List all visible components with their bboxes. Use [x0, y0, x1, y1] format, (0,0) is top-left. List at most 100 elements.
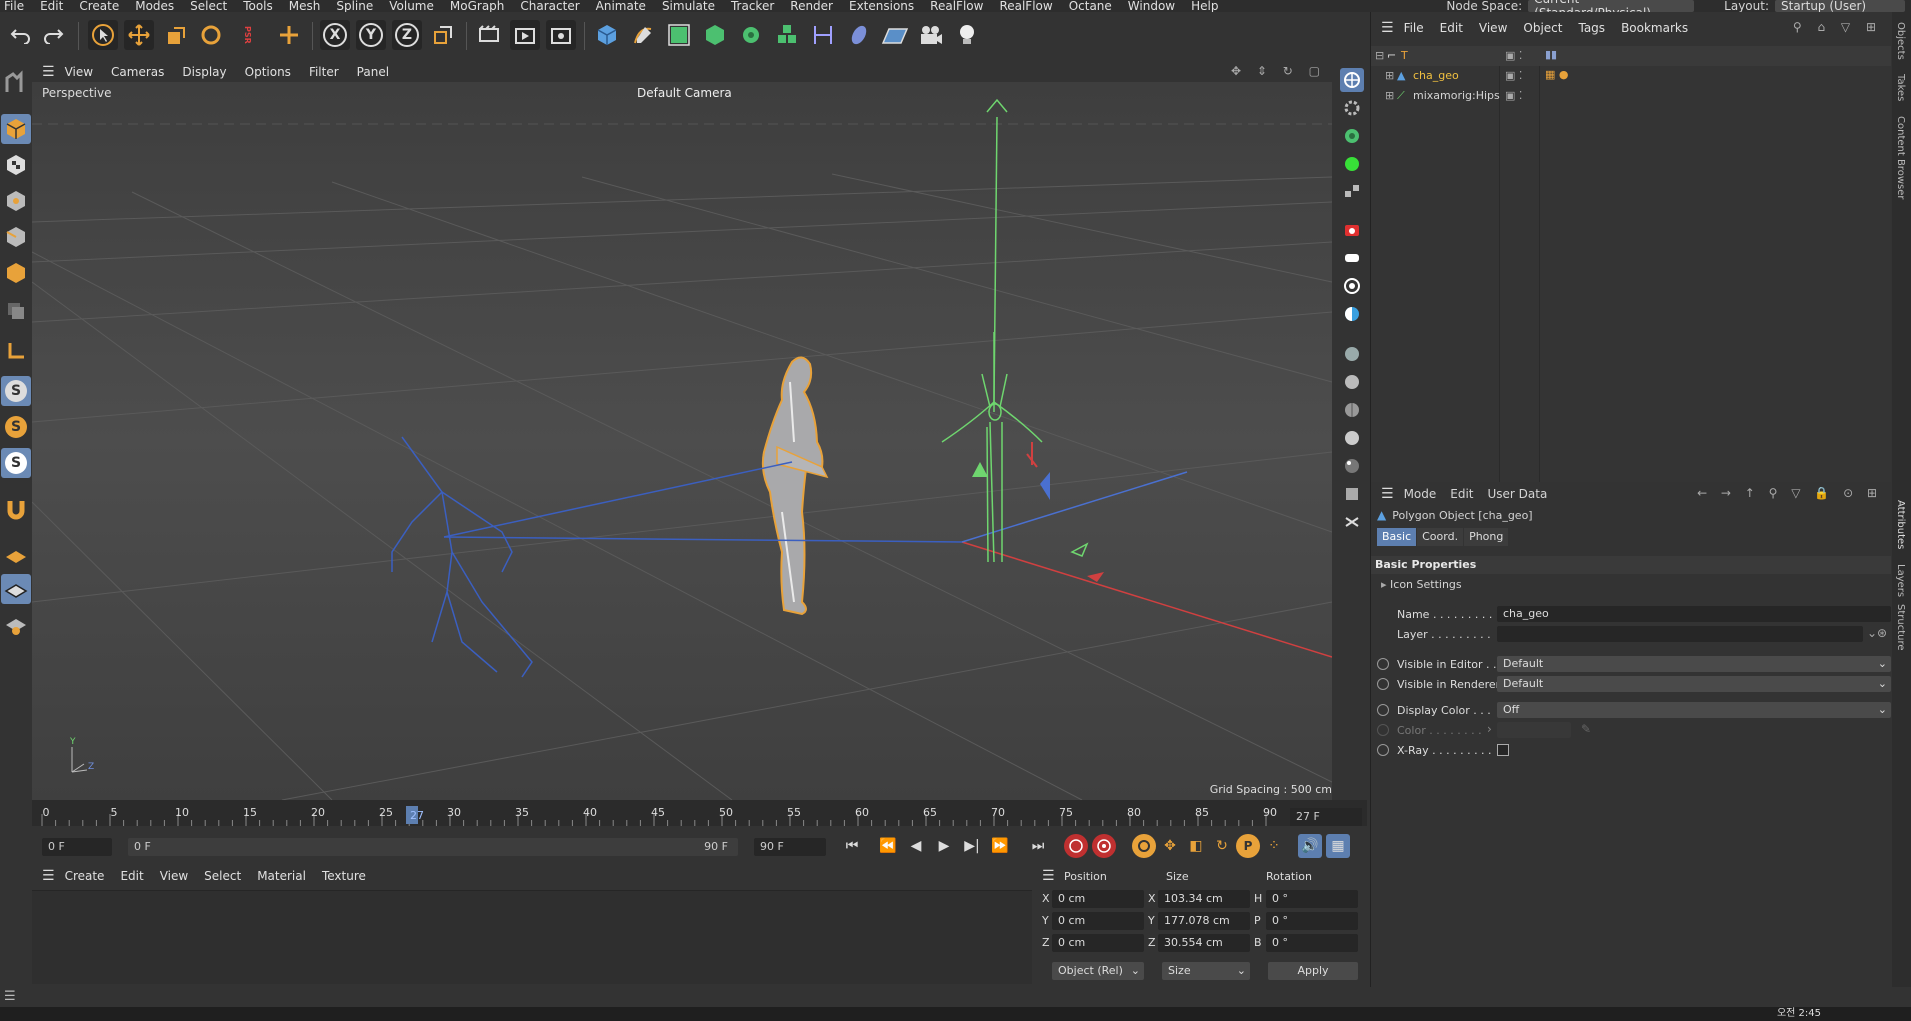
- coords-hamburger-icon[interactable]: ☰: [1042, 868, 1055, 884]
- visible-editor-anim-icon[interactable]: [1377, 658, 1389, 670]
- layout-select[interactable]: Startup (User): [1775, 0, 1905, 13]
- locked-workplane-icon[interactable]: [1, 610, 31, 640]
- viewport-perspective[interactable]: Perspective Default Camera Y Z Grid Spac…: [32, 82, 1332, 800]
- axis-mode-icon[interactable]: [1, 336, 31, 366]
- field-icon[interactable]: [844, 20, 874, 50]
- side-tab-content-browser[interactable]: Content Browser: [1895, 116, 1906, 199]
- polygons-mode-icon[interactable]: [1, 258, 31, 288]
- viewport-menu-cameras[interactable]: Cameras: [111, 65, 164, 79]
- material-sphere-2-icon[interactable]: [1340, 370, 1364, 394]
- menu-window[interactable]: Window: [1128, 0, 1175, 12]
- previous-frame-icon[interactable]: ◀: [904, 834, 928, 858]
- object-toolbar-icons[interactable]: ⚲ ⌂ ▽ ⊞: [1793, 20, 1882, 34]
- move-tool-icon[interactable]: [124, 20, 154, 50]
- viewport-menu-options[interactable]: Options: [245, 65, 291, 79]
- position-x-field[interactable]: 0 cm: [1052, 890, 1144, 908]
- visibility-toggle-icon-3[interactable]: ▣ ⁚: [1505, 89, 1522, 102]
- material-sphere-1-icon[interactable]: [1340, 342, 1364, 366]
- render-view-icon[interactable]: [510, 20, 540, 50]
- scale-tool-icon[interactable]: [160, 20, 190, 50]
- camera-icon[interactable]: [916, 20, 946, 50]
- status-menu-icon[interactable]: ☰: [4, 989, 16, 1004]
- xray-checkbox[interactable]: [1497, 744, 1509, 756]
- side-tab-objects[interactable]: Objects: [1895, 22, 1906, 60]
- layer-dropdown-icon[interactable]: ⌄: [1867, 626, 1877, 640]
- select-arrow-icon[interactable]: [88, 20, 118, 50]
- mograph-cubes-icon[interactable]: [772, 20, 802, 50]
- object-row-cha-geo[interactable]: ⊞ ▲ cha_geo ▣ ⁚ ▦ ●: [1371, 66, 1891, 86]
- material-hamburger-icon[interactable]: ☰: [42, 868, 55, 884]
- octane-settings-icon[interactable]: [1340, 96, 1364, 120]
- object-hamburger-icon[interactable]: ☰: [1381, 20, 1394, 36]
- menu-octane[interactable]: Octane: [1069, 0, 1112, 12]
- menu-realflow-1[interactable]: RealFlow: [930, 0, 983, 12]
- material-sphere-4-icon[interactable]: [1340, 426, 1364, 450]
- transform-tool-icon[interactable]: [274, 20, 304, 50]
- viewport-menu-panel[interactable]: Panel: [357, 65, 389, 79]
- octane-nodes-icon[interactable]: [1340, 180, 1364, 204]
- material-menu-create[interactable]: Create: [65, 869, 105, 883]
- viewport-nav-icons[interactable]: ✥ ⇕ ↻ ▢: [1231, 64, 1326, 78]
- icon-settings-group[interactable]: ▸ Icon Settings: [1381, 578, 1462, 591]
- tab-coord[interactable]: Coord.: [1417, 528, 1464, 546]
- sound-icon[interactable]: 🔊: [1298, 834, 1322, 858]
- texture-mode-icon[interactable]: [1, 150, 31, 180]
- deformer-icon[interactable]: [808, 20, 838, 50]
- rotation-p-field[interactable]: 0 °: [1266, 912, 1358, 930]
- rotation-b-field[interactable]: 0 °: [1266, 934, 1358, 952]
- model-mode-icon[interactable]: [1, 114, 31, 144]
- cloner-icon[interactable]: [736, 20, 766, 50]
- visible-editor-select[interactable]: Default ⌄: [1497, 656, 1891, 672]
- material-sphere-5-icon[interactable]: [1340, 454, 1364, 478]
- grid-icon[interactable]: [1, 574, 31, 604]
- tag-icon-2[interactable]: ▦ ●: [1545, 68, 1569, 81]
- previous-key-icon[interactable]: ⏪: [876, 834, 900, 858]
- menu-volume[interactable]: Volume: [389, 0, 434, 12]
- xray-anim-icon[interactable]: [1377, 744, 1389, 756]
- tree-expand-icon[interactable]: ⊟: [1375, 49, 1384, 62]
- octane-vdb-icon[interactable]: [1340, 482, 1364, 506]
- menu-render[interactable]: Render: [790, 0, 833, 12]
- menu-realflow-2[interactable]: RealFlow: [999, 0, 1052, 12]
- extrude-icon[interactable]: [700, 20, 730, 50]
- record-scale-icon[interactable]: ◧: [1184, 834, 1208, 858]
- viewport-hamburger-icon[interactable]: ☰: [42, 64, 55, 80]
- octane-sky-icon[interactable]: [1340, 302, 1364, 326]
- uv-mode-icon[interactable]: [1, 296, 31, 326]
- visible-renderer-anim-icon[interactable]: [1377, 678, 1389, 690]
- edges-mode-icon[interactable]: [1, 222, 31, 252]
- menu-tools[interactable]: Tools: [243, 0, 273, 12]
- coordinate-system-icon[interactable]: [428, 20, 458, 50]
- menu-tracker[interactable]: Tracker: [731, 0, 774, 12]
- menu-edit[interactable]: Edit: [40, 0, 63, 12]
- frame-range-slider[interactable]: 0 F 90 F: [128, 838, 738, 856]
- record-points-icon[interactable]: ⁘: [1262, 834, 1286, 858]
- attr-menu-edit[interactable]: Edit: [1450, 487, 1473, 501]
- menu-spline[interactable]: Spline: [336, 0, 373, 12]
- octane-light-icon[interactable]: [1340, 246, 1364, 270]
- material-menu-select[interactable]: Select: [204, 869, 241, 883]
- timeline-playhead[interactable]: 27: [406, 806, 424, 824]
- object-menu-file[interactable]: File: [1404, 21, 1424, 35]
- snap-s-icon-2[interactable]: S: [1, 412, 31, 442]
- object-menu-bookmarks[interactable]: Bookmarks: [1621, 21, 1688, 35]
- undo-icon[interactable]: [6, 20, 36, 50]
- redo-icon[interactable]: [38, 20, 68, 50]
- name-field[interactable]: cha_geo: [1497, 606, 1891, 622]
- visible-renderer-select[interactable]: Default ⌄: [1497, 676, 1891, 692]
- position-z-field[interactable]: 0 cm: [1052, 934, 1144, 952]
- octane-scatter-icon[interactable]: [1340, 510, 1364, 534]
- floor-icon[interactable]: [880, 20, 910, 50]
- material-menu-material[interactable]: Material: [257, 869, 306, 883]
- record-position-icon[interactable]: ✥: [1158, 834, 1182, 858]
- record-keys-icon[interactable]: [1064, 834, 1088, 858]
- tag-icon-1[interactable]: ▮▮: [1545, 48, 1557, 61]
- display-color-select[interactable]: Off ⌄: [1497, 702, 1891, 718]
- object-name-cha-geo[interactable]: cha_geo: [1413, 69, 1459, 82]
- octane-camera-icon[interactable]: [1340, 218, 1364, 242]
- visibility-toggle-icon[interactable]: ▣ ⁚: [1505, 49, 1522, 62]
- tree-expand-icon-3[interactable]: ⊞: [1385, 89, 1394, 102]
- end-frame-field[interactable]: 90 F: [754, 838, 826, 856]
- side-tab-attributes[interactable]: Attributes: [1895, 500, 1906, 549]
- start-frame-field[interactable]: 0 F: [42, 838, 112, 856]
